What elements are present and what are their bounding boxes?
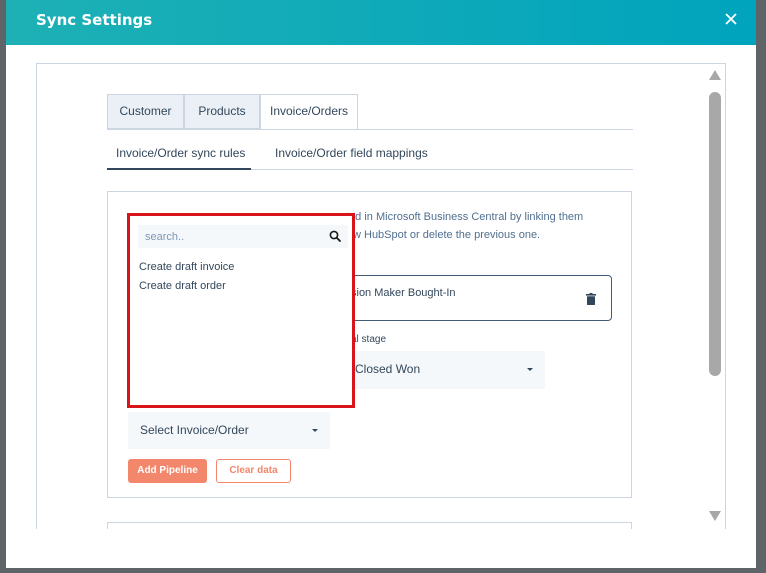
deal-stage-select[interactable]: Closed Won xyxy=(345,351,545,389)
dropdown-option-draft-order[interactable]: Create draft order xyxy=(139,280,226,292)
chevron-down-icon xyxy=(312,429,318,432)
trash-icon[interactable] xyxy=(586,293,596,305)
scroll-up-arrow-icon[interactable] xyxy=(708,69,722,81)
description-line-1: ted in Microsoft Business Central by lin… xyxy=(346,211,584,223)
tab-customer[interactable]: Customer xyxy=(107,94,184,129)
modal-header: Sync Settings xyxy=(6,0,756,45)
scrollbar-thumb[interactable] xyxy=(709,92,721,376)
settings-panel: Customer Products Invoice/Orders Invoice… xyxy=(36,63,726,529)
subtab-field-mappings[interactable]: Invoice/Order field mappings xyxy=(275,146,428,160)
subtab-divider xyxy=(251,169,633,170)
invoice-order-select-value: Select Invoice/Order xyxy=(140,423,249,437)
tab-invoice-orders[interactable]: Invoice/Orders xyxy=(260,94,358,129)
clear-data-button[interactable]: Clear data xyxy=(216,459,291,483)
tab-products[interactable]: Products xyxy=(184,94,260,129)
mapping-value: sion Maker Bought-In xyxy=(351,287,456,299)
tab-divider xyxy=(107,129,633,130)
scroll-down-arrow-icon[interactable] xyxy=(708,510,722,522)
dropdown-search-input[interactable] xyxy=(138,225,348,248)
next-section-card xyxy=(107,522,632,529)
close-icon[interactable] xyxy=(722,10,740,28)
chevron-down-icon xyxy=(527,368,533,371)
search-icon xyxy=(329,230,341,242)
deal-stage-label: al stage xyxy=(351,334,387,345)
invoice-order-select[interactable]: Select Invoice/Order xyxy=(128,412,330,449)
subtab-sync-rules[interactable]: Invoice/Order sync rules xyxy=(116,146,245,160)
dropdown-option-draft-invoice[interactable]: Create draft invoice xyxy=(139,261,234,273)
add-pipeline-button[interactable]: Add Pipeline xyxy=(128,459,207,483)
active-subtab-indicator xyxy=(107,168,251,170)
description-line-2: w HubSpot or delete the previous one. xyxy=(353,229,541,241)
deal-stage-value: Closed Won xyxy=(355,362,421,376)
invoice-type-dropdown: Create draft invoice Create draft order xyxy=(127,213,355,408)
modal-title: Sync Settings xyxy=(36,11,153,29)
sync-settings-modal: Sync Settings Customer Products Invoice/… xyxy=(6,0,756,568)
